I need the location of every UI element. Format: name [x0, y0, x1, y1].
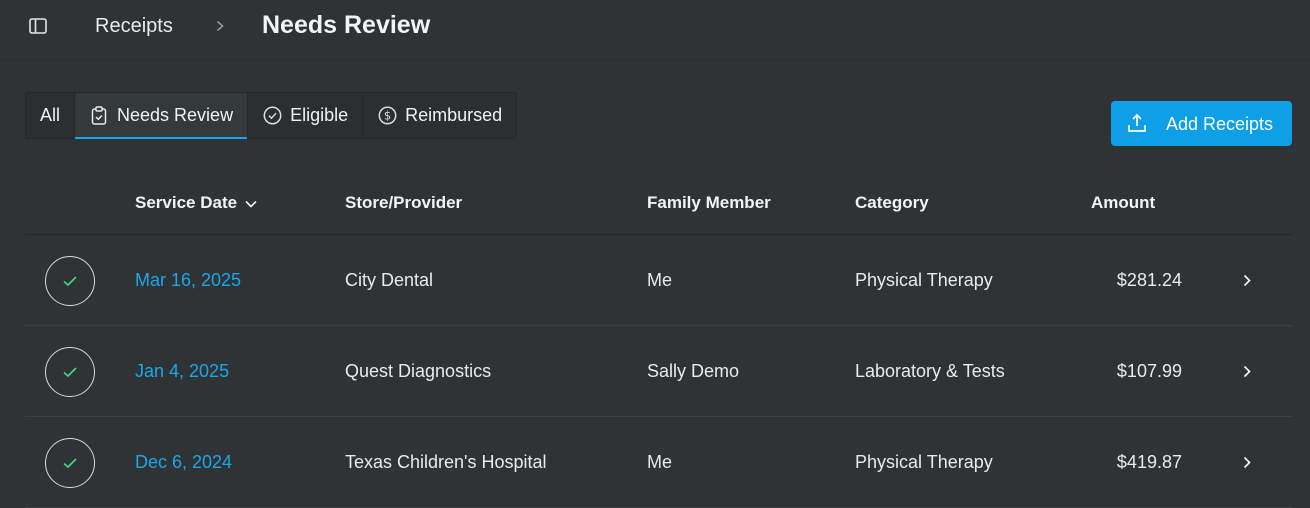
row-check-icon[interactable]: [45, 347, 95, 397]
tab-needs-review[interactable]: Needs Review: [75, 93, 249, 139]
chevron-right-icon[interactable]: [1240, 272, 1254, 288]
tab-label: Reimbursed: [405, 105, 503, 125]
row-amount: $281.24: [1116, 270, 1182, 290]
sidebar-toggle-icon[interactable]: [28, 16, 48, 36]
row-service-date[interactable]: Dec 6, 2024: [135, 452, 232, 472]
chevron-right-icon[interactable]: [1240, 363, 1254, 379]
dollar-circle-icon: $: [377, 106, 397, 126]
tab-label: Needs Review: [117, 105, 234, 125]
filter-tabs: All Needs Review Eligible $ Reimbursed: [25, 92, 518, 139]
table-row[interactable]: Mar 16, 2025 City Dental Me Physical The…: [25, 235, 1292, 326]
page-title: Needs Review: [262, 11, 431, 39]
tab-reimbursed[interactable]: $ Reimbursed: [363, 93, 516, 138]
row-check-icon[interactable]: [45, 256, 95, 306]
row-family-member: Sally Demo: [647, 361, 740, 381]
row-category: Physical Therapy: [855, 270, 993, 290]
row-store: City Dental: [345, 270, 434, 290]
row-category: Physical Therapy: [855, 452, 993, 472]
table-row[interactable]: Jan 4, 2025 Quest Diagnostics Sally Demo…: [25, 326, 1292, 417]
row-store: Texas Children's Hospital: [345, 452, 547, 472]
column-label: Service Date: [135, 193, 238, 212]
table-header: Service Date Store/Provider Family Membe…: [25, 172, 1292, 235]
row-family-member: Me: [647, 270, 673, 290]
top-bar: Receipts Needs Review: [0, 0, 1310, 60]
row-family-member: Me: [647, 452, 673, 472]
clipboard-check-icon: [89, 106, 109, 126]
svg-text:$: $: [383, 109, 390, 123]
row-check-icon[interactable]: [45, 438, 95, 488]
sort-chevron-down-icon: [245, 193, 257, 213]
tab-label: All: [40, 105, 61, 125]
table-row[interactable]: Dec 6, 2024 Texas Children's Hospital Me…: [25, 417, 1292, 508]
chevron-right-icon[interactable]: [1240, 454, 1254, 470]
add-receipts-label: Add Receipts: [1166, 114, 1274, 134]
column-amount: Amount: [1091, 193, 1156, 212]
row-service-date[interactable]: Jan 4, 2025: [135, 361, 229, 381]
breadcrumb-receipts[interactable]: Receipts: [95, 14, 173, 38]
tab-eligible[interactable]: Eligible: [248, 93, 364, 138]
circle-check-icon: [262, 106, 282, 126]
column-service-date[interactable]: Service Date: [135, 193, 257, 213]
row-category: Laboratory & Tests: [855, 361, 1005, 381]
row-store: Quest Diagnostics: [345, 361, 492, 381]
breadcrumb-chevron-icon: [213, 18, 227, 34]
column-store-provider: Store/Provider: [345, 193, 463, 212]
column-category: Category: [855, 193, 929, 212]
row-service-date[interactable]: Mar 16, 2025: [135, 270, 241, 290]
row-amount: $107.99: [1116, 361, 1182, 381]
column-family-member: Family Member: [647, 193, 771, 212]
upload-icon: [1127, 113, 1147, 133]
row-amount: $419.87: [1116, 452, 1182, 472]
add-receipts-button[interactable]: Add Receipts: [1111, 101, 1292, 146]
tab-all[interactable]: All: [26, 93, 76, 138]
tab-label: Eligible: [290, 105, 349, 125]
